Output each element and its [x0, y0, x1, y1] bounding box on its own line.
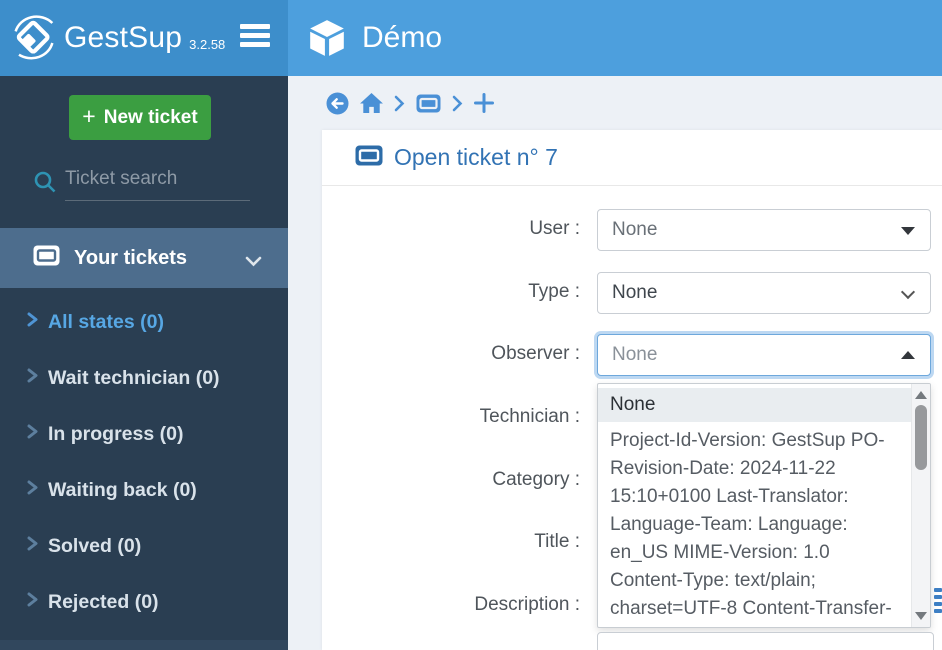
- gestsup-logo-icon: [8, 10, 60, 66]
- ticket-search: [33, 168, 253, 201]
- add-ticket-icon[interactable]: [474, 93, 494, 113]
- observer-options-list: None Project-Id-Version: GestSup PO-Revi…: [598, 384, 911, 627]
- technician-label: Technician :: [322, 406, 580, 428]
- caret-down-icon: [901, 227, 915, 235]
- description-editor[interactable]: [597, 632, 934, 650]
- observer-value: None: [612, 344, 657, 365]
- scrollbar-down-icon[interactable]: [915, 612, 927, 620]
- new-ticket-button[interactable]: + New ticket: [69, 95, 211, 140]
- sidebar-footer-strip: [0, 640, 288, 650]
- sidebar-header: GestSup 3.2.58: [0, 0, 288, 76]
- type-value: None: [612, 282, 657, 303]
- user-label: User :: [322, 218, 580, 240]
- chevron-down-icon: [245, 254, 262, 272]
- sidebar-item-label: Wait technician (0): [48, 367, 220, 390]
- new-ticket-label: New ticket: [104, 107, 198, 129]
- description-label: Description :: [322, 594, 580, 616]
- ticket-card: Open ticket n° 7 User : Type : Observer …: [322, 130, 942, 650]
- back-icon[interactable]: [326, 92, 349, 115]
- main-header: Démo: [288, 0, 942, 76]
- caret-up-icon: [901, 351, 915, 359]
- title-label: Title :: [322, 531, 580, 553]
- sidebar-item-wait-technician[interactable]: Wait technician (0): [0, 350, 288, 406]
- sidebar-item-label: In progress (0): [48, 423, 183, 446]
- user-value: None: [612, 219, 657, 240]
- scrollbar-thumb[interactable]: [915, 405, 927, 470]
- kebab-dots-icon[interactable]: [934, 588, 942, 616]
- observer-label: Observer :: [322, 343, 580, 365]
- instance-name: Démo: [362, 21, 442, 55]
- sidebar-item-label: Rejected (0): [48, 591, 159, 614]
- sidebar-section-your-tickets[interactable]: Your tickets: [0, 228, 288, 288]
- sidebar: + New ticket Your tickets: [0, 76, 288, 650]
- cube-icon: [306, 17, 348, 59]
- search-icon: [33, 170, 57, 199]
- chevron-right-icon: [27, 536, 39, 556]
- ticket-icon: [355, 145, 383, 171]
- type-select[interactable]: None: [597, 272, 931, 314]
- observer-dropdown-panel: None Project-Id-Version: GestSup PO-Revi…: [597, 383, 931, 628]
- brand-version: 3.2.58: [189, 37, 225, 52]
- gestsup-app: GestSup 3.2.58 Démo + New ticket: [0, 0, 942, 650]
- sidebar-item-rejected[interactable]: Rejected (0): [0, 574, 288, 630]
- hamburger-menu-icon[interactable]: [238, 24, 272, 52]
- page-title: Open ticket n° 7: [394, 144, 558, 171]
- category-label: Category :: [322, 469, 580, 491]
- dropdown-option-overflow[interactable]: Project-Id-Version: GestSup PO-Revision-…: [598, 422, 911, 627]
- chevron-right-icon: [394, 95, 405, 112]
- chevron-right-icon: [27, 592, 39, 612]
- chevron-right-icon: [27, 480, 39, 500]
- chevron-right-icon: [27, 368, 39, 388]
- chevron-right-icon: [452, 95, 463, 112]
- breadcrumb-ticket-icon[interactable]: [416, 94, 441, 113]
- plus-icon: +: [82, 103, 95, 130]
- dropdown-scrollbar[interactable]: [911, 384, 930, 627]
- chevron-down-icon: [901, 285, 915, 299]
- chevron-right-icon: [27, 424, 39, 444]
- user-dropdown[interactable]: None: [597, 209, 931, 251]
- home-icon[interactable]: [360, 93, 383, 114]
- sidebar-item-label: Solved (0): [48, 535, 141, 558]
- sidebar-item-all-states[interactable]: All states (0): [0, 294, 288, 350]
- brand-name: GestSup: [64, 21, 182, 55]
- section-label: Your tickets: [74, 247, 187, 270]
- sidebar-item-solved[interactable]: Solved (0): [0, 518, 288, 574]
- scrollbar-up-icon[interactable]: [915, 391, 927, 399]
- observer-dropdown[interactable]: None: [597, 334, 931, 376]
- dropdown-option-none[interactable]: None: [598, 388, 911, 422]
- sidebar-item-label: All states (0): [48, 311, 164, 334]
- chevron-right-icon: [27, 312, 39, 332]
- sidebar-item-label: Waiting back (0): [48, 479, 197, 502]
- main-content: Open ticket n° 7 User : Type : Observer …: [288, 76, 942, 650]
- sidebar-item-waiting-back[interactable]: Waiting back (0): [0, 462, 288, 518]
- sidebar-item-in-progress[interactable]: In progress (0): [0, 406, 288, 462]
- type-label: Type :: [322, 281, 580, 303]
- breadcrumb: [326, 76, 494, 130]
- ticket-icon: [33, 245, 60, 271]
- ticket-search-input[interactable]: [65, 168, 250, 201]
- card-header: Open ticket n° 7: [322, 130, 942, 186]
- ticket-status-list: All states (0) Wait technician (0) In pr…: [0, 294, 288, 630]
